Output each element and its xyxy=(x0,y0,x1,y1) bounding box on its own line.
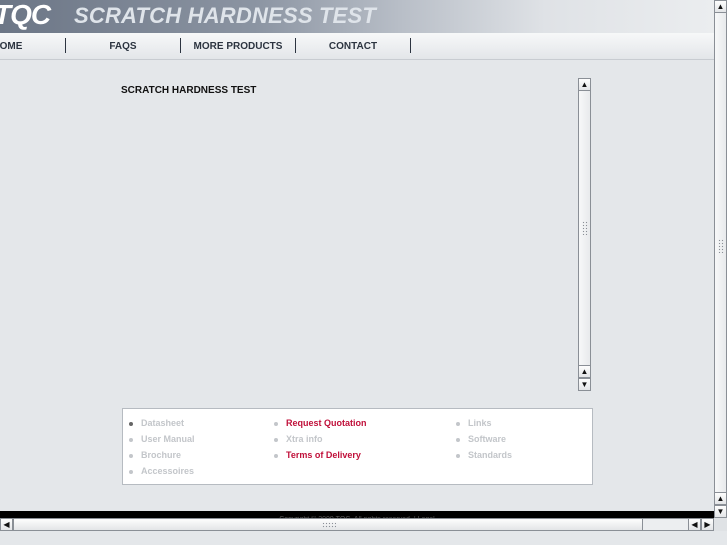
link-links[interactable]: Links xyxy=(468,418,492,428)
arrow-up-icon: ▲ xyxy=(580,367,589,376)
bullet-icon xyxy=(456,454,460,458)
link-accessoires[interactable]: Accessoires xyxy=(141,466,194,476)
bullet-icon xyxy=(456,422,460,426)
product-links-panel: Datasheet User Manual Brochure Accessoir… xyxy=(122,408,593,485)
scroll-down-button[interactable]: ▼ xyxy=(714,505,727,518)
nav-contact[interactable]: CONTACT xyxy=(296,33,410,60)
link-brochure[interactable]: Brochure xyxy=(141,450,181,460)
bullet-icon xyxy=(129,470,133,474)
arrow-up-icon: ▲ xyxy=(716,494,725,503)
grip-icon xyxy=(322,522,336,528)
bullet-icon xyxy=(456,438,460,442)
link-xtra-info[interactable]: Xtra info xyxy=(286,434,323,444)
grip-icon xyxy=(718,239,724,253)
arrow-down-icon: ▼ xyxy=(716,507,725,516)
link-datasheet[interactable]: Datasheet xyxy=(141,418,184,428)
arrow-right-icon: ▶ xyxy=(704,520,711,529)
bullet-icon xyxy=(274,454,278,458)
nav-separator xyxy=(410,38,411,53)
scroll-up-button[interactable]: ▲ xyxy=(578,78,591,91)
link-terms-of-delivery[interactable]: Terms of Delivery xyxy=(286,450,361,460)
link-user-manual[interactable]: User Manual xyxy=(141,434,195,444)
content-scrollbar[interactable]: ▲ ▲ ▼ xyxy=(578,78,591,392)
scroll-up-button[interactable]: ▲ xyxy=(578,365,591,378)
bullet-icon xyxy=(129,422,133,426)
scroll-right-button[interactable]: ▶ xyxy=(701,518,714,531)
scroll-up-button[interactable]: ▲ xyxy=(714,0,727,13)
scroll-track[interactable] xyxy=(714,13,727,492)
scroll-left-button[interactable]: ◀ xyxy=(688,518,701,531)
nav-more-products[interactable]: MORE PRODUCTS xyxy=(181,33,295,60)
scroll-thumb[interactable] xyxy=(13,518,643,531)
scroll-track[interactable] xyxy=(643,518,688,531)
bullet-icon xyxy=(129,438,133,442)
scroll-up-button[interactable]: ▲ xyxy=(714,492,727,505)
bullet-icon xyxy=(274,438,278,442)
link-standards[interactable]: Standards xyxy=(468,450,512,460)
page-title: SCRATCH HARDNESS TEST xyxy=(121,85,257,96)
link-software[interactable]: Software xyxy=(468,434,506,444)
scroll-down-button[interactable]: ▼ xyxy=(578,378,591,391)
arrow-down-icon: ▼ xyxy=(580,380,589,389)
nav-faqs[interactable]: FAQS xyxy=(66,33,180,60)
link-request-quotation[interactable]: Request Quotation xyxy=(286,418,367,428)
bullet-icon xyxy=(129,454,133,458)
grip-icon xyxy=(582,221,588,235)
window-horizontal-scrollbar[interactable]: ◀ ◀ ▶ xyxy=(0,518,714,531)
site-header: TQC SCRATCH HARDNESS TEST xyxy=(0,0,727,33)
window-vertical-scrollbar[interactable]: ▲ ▲ ▼ xyxy=(714,0,727,518)
scroll-track[interactable] xyxy=(578,91,591,365)
arrow-up-icon: ▲ xyxy=(716,2,725,11)
arrow-up-icon: ▲ xyxy=(580,80,589,89)
scrollbar-corner xyxy=(714,518,727,531)
tqc-logo[interactable]: TQC xyxy=(0,0,51,30)
arrow-left-icon: ◀ xyxy=(3,520,10,529)
arrow-left-icon: ◀ xyxy=(691,520,698,529)
page-header-title: SCRATCH HARDNESS TEST xyxy=(74,3,377,28)
main-nav: OME FAQS MORE PRODUCTS CONTACT xyxy=(0,33,727,60)
scroll-left-button[interactable]: ◀ xyxy=(0,518,13,531)
bullet-icon xyxy=(274,422,278,426)
nav-home[interactable]: OME xyxy=(0,33,26,60)
